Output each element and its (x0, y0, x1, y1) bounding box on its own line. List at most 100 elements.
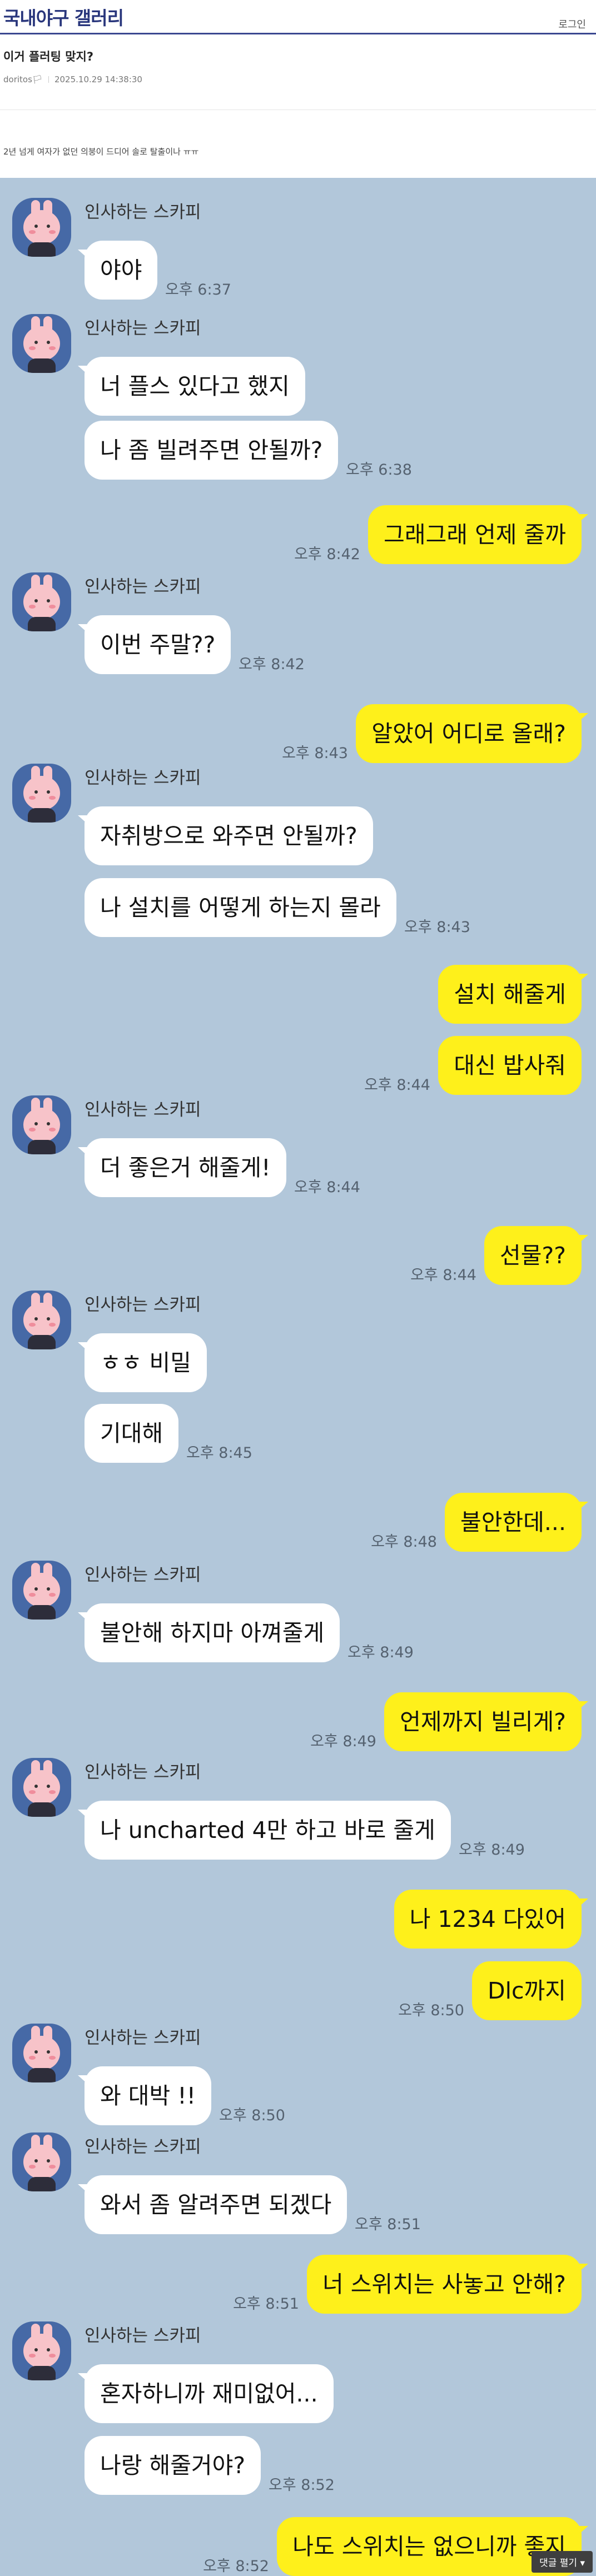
sender-name: 인사하는 스카피 (85, 1100, 201, 1120)
partner-avatar[interactable] (12, 1095, 71, 1154)
avatar-part (29, 230, 36, 234)
avatar-part (28, 1802, 56, 1817)
gallery-title[interactable]: 국내야구 갤러리 (3, 3, 124, 30)
avatar-part (29, 605, 36, 609)
sender-name: 인사하는 스카피 (85, 202, 201, 222)
incoming-message: 나 설치를 어떻게 하는지 몰라 (85, 878, 396, 937)
meta-divider (48, 76, 49, 83)
message-time: 오후 8:50 (398, 2002, 464, 2019)
incoming-message: 기대해 (85, 1404, 179, 1463)
avatar-part (34, 341, 38, 344)
avatar-part (29, 2165, 36, 2169)
sender-name: 인사하는 스카피 (85, 2028, 201, 2048)
outgoing-message: 선물?? (484, 1226, 588, 1285)
sender-name: 인사하는 스카피 (85, 2137, 201, 2157)
incoming-message: 이번 주말?? (77, 615, 231, 674)
partner-avatar[interactable] (12, 572, 71, 631)
avatar-part (49, 605, 56, 609)
message-time: 오후 8:49 (310, 1733, 376, 1750)
partner-avatar[interactable] (12, 1561, 71, 1620)
incoming-message: 와서 좀 알려주면 되겠다 (77, 2175, 347, 2234)
message-time: 오후 8:50 (219, 2107, 285, 2124)
avatar-part (49, 1593, 56, 1597)
message-time: 오후 8:42 (239, 656, 305, 673)
partner-avatar[interactable] (12, 1758, 71, 1817)
avatar-part (34, 1317, 38, 1321)
avatar-part (34, 225, 38, 228)
avatar-part (49, 2165, 56, 2169)
avatar-part (34, 2159, 38, 2163)
avatar-part (49, 2354, 56, 2358)
outgoing-message: 나 1234 다있어 (394, 1890, 589, 1949)
message-time: 오후 8:49 (347, 1644, 414, 1661)
avatar-part (23, 2036, 60, 2070)
avatar-part (34, 1122, 38, 1125)
gallery-header: 국내야구 갤러리 로그인 (0, 0, 596, 34)
partner-avatar[interactable] (12, 2321, 71, 2380)
post-header: 이거 플러팅 맞지? doritos🏳 2025.10.29 14:38:30 (0, 34, 596, 110)
outgoing-message: 불안한데... (445, 1493, 588, 1552)
message-time: 오후 6:38 (346, 461, 412, 479)
partner-avatar[interactable] (12, 314, 71, 373)
sender-name: 인사하는 스카피 (85, 768, 201, 788)
partner-avatar[interactable] (12, 198, 71, 257)
incoming-message: 와 대박 !! (77, 2066, 212, 2125)
message-time: 오후 8:48 (371, 1533, 437, 1551)
avatar-part (23, 326, 60, 361)
incoming-message: 야야 (77, 241, 158, 300)
incoming-message: 더 좋은거 해줄게! (78, 1138, 286, 1197)
avatar-part (34, 2348, 38, 2351)
avatar-part (23, 2334, 60, 2368)
avatar-part (29, 1790, 36, 1794)
avatar-part (47, 2050, 50, 2054)
avatar-part (28, 1335, 56, 1349)
message-time: 오후 8:43 (404, 919, 470, 936)
avatar-part (23, 776, 60, 810)
avatar-part (47, 599, 50, 602)
avatar-part (49, 1128, 56, 1132)
avatar-part (28, 2068, 56, 2082)
post-title: 이거 플러팅 맞지? (3, 50, 94, 63)
avatar-part (28, 242, 56, 257)
sender-name: 인사하는 스카피 (85, 2326, 201, 2346)
avatar-part (23, 585, 60, 619)
avatar-part (47, 2348, 50, 2351)
login-link[interactable]: 로그인 (558, 17, 586, 31)
partner-avatar[interactable] (12, 2024, 71, 2082)
incoming-message: 나랑 해줄거야? (85, 2436, 261, 2495)
post-meta: doritos🏳 2025.10.29 14:38:30 (3, 74, 593, 84)
avatar-part (28, 617, 56, 631)
partner-avatar[interactable] (12, 2132, 71, 2191)
avatar-part (28, 358, 56, 373)
sender-name: 인사하는 스카피 (85, 1295, 201, 1315)
avatar-part (49, 1790, 56, 1794)
avatar-part (23, 1770, 60, 1805)
incoming-message: ㅎㅎ 비밀 (78, 1333, 207, 1392)
outgoing-message: 설치 해줄게 (438, 965, 588, 1024)
post-author[interactable]: doritos🏳 (3, 74, 43, 84)
avatar-part (29, 796, 36, 800)
avatar-part (47, 1587, 50, 1591)
avatar-part (34, 1587, 38, 1591)
partner-avatar[interactable] (12, 764, 71, 823)
comment-expand-button[interactable]: 댓글 펼기 ▾ (532, 2551, 593, 2573)
avatar-part (34, 599, 38, 602)
incoming-message: 나 uncharted 4만 하고 바로 줄게 (78, 1801, 451, 1860)
avatar-part (23, 2145, 60, 2179)
avatar-part (28, 2177, 56, 2191)
avatar-part (29, 2354, 36, 2358)
avatar-part (49, 796, 56, 800)
avatar-part (28, 808, 56, 823)
partner-avatar[interactable] (12, 1291, 71, 1349)
incoming-message: 너 플스 있다고 했지 (78, 357, 305, 416)
avatar-part (34, 2050, 38, 2054)
avatar-part (47, 1785, 50, 1788)
message-time: 오후 8:45 (186, 1444, 252, 1462)
avatar-part (47, 790, 50, 794)
message-time: 오후 8:51 (355, 2216, 421, 2233)
outgoing-message: Dlc까지 (472, 1961, 582, 2020)
message-time: 오후 8:44 (294, 1179, 360, 1196)
avatar-part (49, 1323, 56, 1327)
message-time: 오후 8:52 (203, 2558, 269, 2575)
avatar-part (49, 346, 56, 350)
